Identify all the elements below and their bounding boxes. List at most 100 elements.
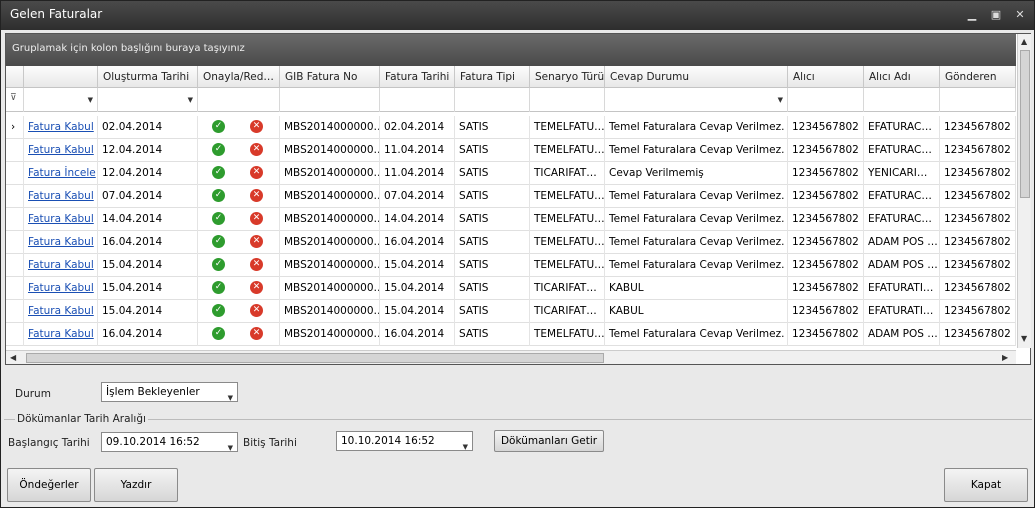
sender: 1234567802 <box>940 323 1016 346</box>
end-date-picker[interactable]: 10.10.2014 16:52 ▼ <box>336 431 473 451</box>
approve-icon[interactable]: ✓ <box>212 189 225 202</box>
table-row[interactable]: › Fatura Kabul 02.04.2014 ✓ ✕ MBS20140000… <box>6 116 1016 139</box>
approve-reject-cell: ✓ ✕ <box>198 231 280 254</box>
approve-icon[interactable]: ✓ <box>212 304 225 317</box>
reject-icon[interactable]: ✕ <box>250 212 263 225</box>
table-row[interactable]: Fatura Kabul 16.04.2014 ✓ ✕ MBS2014000000… <box>6 231 1016 254</box>
column-header[interactable]: Fatura Tipi <box>455 66 530 88</box>
table-row[interactable]: Fatura İncele 12.04.2014 ✓ ✕ MBS201400000… <box>6 162 1016 185</box>
column-header[interactable]: Alıcı <box>788 66 864 88</box>
action-link[interactable]: Fatura Kabul <box>24 185 98 208</box>
status-select[interactable]: İşlem Bekleyenler ▼ <box>101 382 238 402</box>
column-header[interactable]: GIB Fatura No <box>280 66 380 88</box>
receiver: 1234567802 <box>788 254 864 277</box>
start-date-picker[interactable]: 09.10.2014 16:52 ▼ <box>101 432 238 452</box>
horizontal-scroll-thumb[interactable] <box>26 353 604 363</box>
filter-cell-date[interactable] <box>380 88 455 112</box>
response-status: KABUL <box>605 300 788 323</box>
action-link[interactable]: Fatura Kabul <box>24 116 98 139</box>
gib-invoice-no: MBS2014000000… <box>280 208 380 231</box>
column-header[interactable] <box>24 66 98 88</box>
action-link[interactable]: Fatura Kabul <box>24 139 98 162</box>
chevron-down-icon[interactable]: ▼ <box>778 96 783 104</box>
column-header[interactable]: Oluşturma Tarihi <box>98 66 198 88</box>
reject-icon[interactable]: ✕ <box>250 235 263 248</box>
action-link[interactable]: Fatura Kabul <box>24 254 98 277</box>
approve-icon[interactable]: ✓ <box>212 212 225 225</box>
filter-cell-action[interactable]: ▼ <box>24 88 98 112</box>
filter-cell-gib[interactable] <box>280 88 380 112</box>
scroll-down-icon[interactable]: ▼ <box>1021 334 1027 343</box>
invoice-date: 15.04.2014 <box>380 300 455 323</box>
column-header[interactable]: Fatura Tarihi <box>380 66 455 88</box>
action-link[interactable]: Fatura Kabul <box>24 300 98 323</box>
scenario-type: TEMELFATU… <box>530 208 605 231</box>
column-header[interactable]: Onayla/Red… <box>198 66 280 88</box>
action-link[interactable]: Fatura İncele <box>24 162 98 185</box>
scroll-right-icon[interactable]: ▶ <box>1002 353 1008 362</box>
action-link[interactable]: Fatura Kabul <box>24 231 98 254</box>
approve-icon[interactable]: ✓ <box>212 166 225 179</box>
receiver: 1234567802 <box>788 300 864 323</box>
print-button[interactable]: Yazdır <box>94 468 178 502</box>
reject-icon[interactable]: ✕ <box>250 166 263 179</box>
minimize-icon[interactable]: ▁ <box>963 7 981 23</box>
table-row[interactable]: Fatura Kabul 14.04.2014 ✓ ✕ MBS2014000000… <box>6 208 1016 231</box>
defaults-button[interactable]: Öndeğerler <box>7 468 91 502</box>
close-button[interactable]: Kapat <box>944 468 1028 502</box>
scroll-left-icon[interactable]: ◀ <box>10 353 16 362</box>
reject-icon[interactable]: ✕ <box>250 258 263 271</box>
filter-cell-receiver[interactable] <box>788 88 864 112</box>
table-row[interactable]: Fatura Kabul 15.04.2014 ✓ ✕ MBS2014000000… <box>6 277 1016 300</box>
chevron-down-icon[interactable]: ▼ <box>188 96 193 104</box>
reject-icon[interactable]: ✕ <box>250 327 263 340</box>
receiver-name: ADAM POS … <box>864 254 940 277</box>
chevron-down-icon[interactable]: ▼ <box>88 96 93 104</box>
table-row[interactable]: Fatura Kabul 16.04.2014 ✓ ✕ MBS2014000000… <box>6 323 1016 346</box>
sender: 1234567802 <box>940 116 1016 139</box>
column-header[interactable]: Gönderen <box>940 66 1016 88</box>
filter-cell-sender[interactable] <box>940 88 1016 112</box>
horizontal-scrollbar[interactable]: ◀ ▶ <box>6 350 1016 364</box>
reject-icon[interactable]: ✕ <box>250 143 263 156</box>
chevron-down-icon[interactable]: ▼ <box>228 439 233 457</box>
gib-invoice-no: MBS2014000000… <box>280 323 380 346</box>
reject-icon[interactable]: ✕ <box>250 189 263 202</box>
reject-icon[interactable]: ✕ <box>250 281 263 294</box>
action-link[interactable]: Fatura Kabul <box>24 208 98 231</box>
approve-icon[interactable]: ✓ <box>212 258 225 271</box>
filter-cell-receiver-name[interactable] <box>864 88 940 112</box>
filter-cell-response[interactable]: ▼ <box>605 88 788 112</box>
column-header[interactable]: Senaryo Türü <box>530 66 605 88</box>
maximize-icon[interactable]: ▣ <box>987 7 1005 23</box>
filter-cell-approve[interactable] <box>198 88 280 112</box>
scroll-up-icon[interactable]: ▲ <box>1021 37 1027 46</box>
chevron-down-icon[interactable]: ▼ <box>228 389 233 407</box>
approve-icon[interactable]: ✓ <box>212 143 225 156</box>
filter-cell-scenario[interactable] <box>530 88 605 112</box>
filter-cell-created[interactable]: ▼ <box>98 88 198 112</box>
column-header[interactable]: Cevap Durumu <box>605 66 788 88</box>
table-row[interactable]: Fatura Kabul 07.04.2014 ✓ ✕ MBS2014000000… <box>6 185 1016 208</box>
table-row[interactable]: Fatura Kabul 15.04.2014 ✓ ✕ MBS2014000000… <box>6 300 1016 323</box>
table-row[interactable]: Fatura Kabul 15.04.2014 ✓ ✕ MBS2014000000… <box>6 254 1016 277</box>
fetch-documents-button[interactable]: Dökümanları Getir <box>494 430 604 452</box>
approve-icon[interactable]: ✓ <box>212 281 225 294</box>
filter-cell-type[interactable] <box>455 88 530 112</box>
group-panel[interactable]: Gruplamak için kolon başlığını buraya ta… <box>6 34 1016 66</box>
column-header[interactable]: Alıcı Adı <box>864 66 940 88</box>
reject-icon[interactable]: ✕ <box>250 304 263 317</box>
action-link[interactable]: Fatura Kabul <box>24 277 98 300</box>
approve-icon[interactable]: ✓ <box>212 120 225 133</box>
approve-reject-cell: ✓ ✕ <box>198 277 280 300</box>
close-icon[interactable]: ✕ <box>1011 7 1029 23</box>
chevron-down-icon[interactable]: ▼ <box>463 438 468 456</box>
table-row[interactable]: Fatura Kabul 12.04.2014 ✓ ✕ MBS2014000000… <box>6 139 1016 162</box>
reject-icon[interactable]: ✕ <box>250 120 263 133</box>
vertical-scroll-thumb[interactable] <box>1020 50 1030 198</box>
action-link[interactable]: Fatura Kabul <box>24 323 98 346</box>
vertical-scrollbar[interactable]: ▲ ▼ <box>1017 34 1031 348</box>
approve-icon[interactable]: ✓ <box>212 327 225 340</box>
approve-icon[interactable]: ✓ <box>212 235 225 248</box>
filter-icon[interactable]: ⊽ <box>6 88 24 112</box>
